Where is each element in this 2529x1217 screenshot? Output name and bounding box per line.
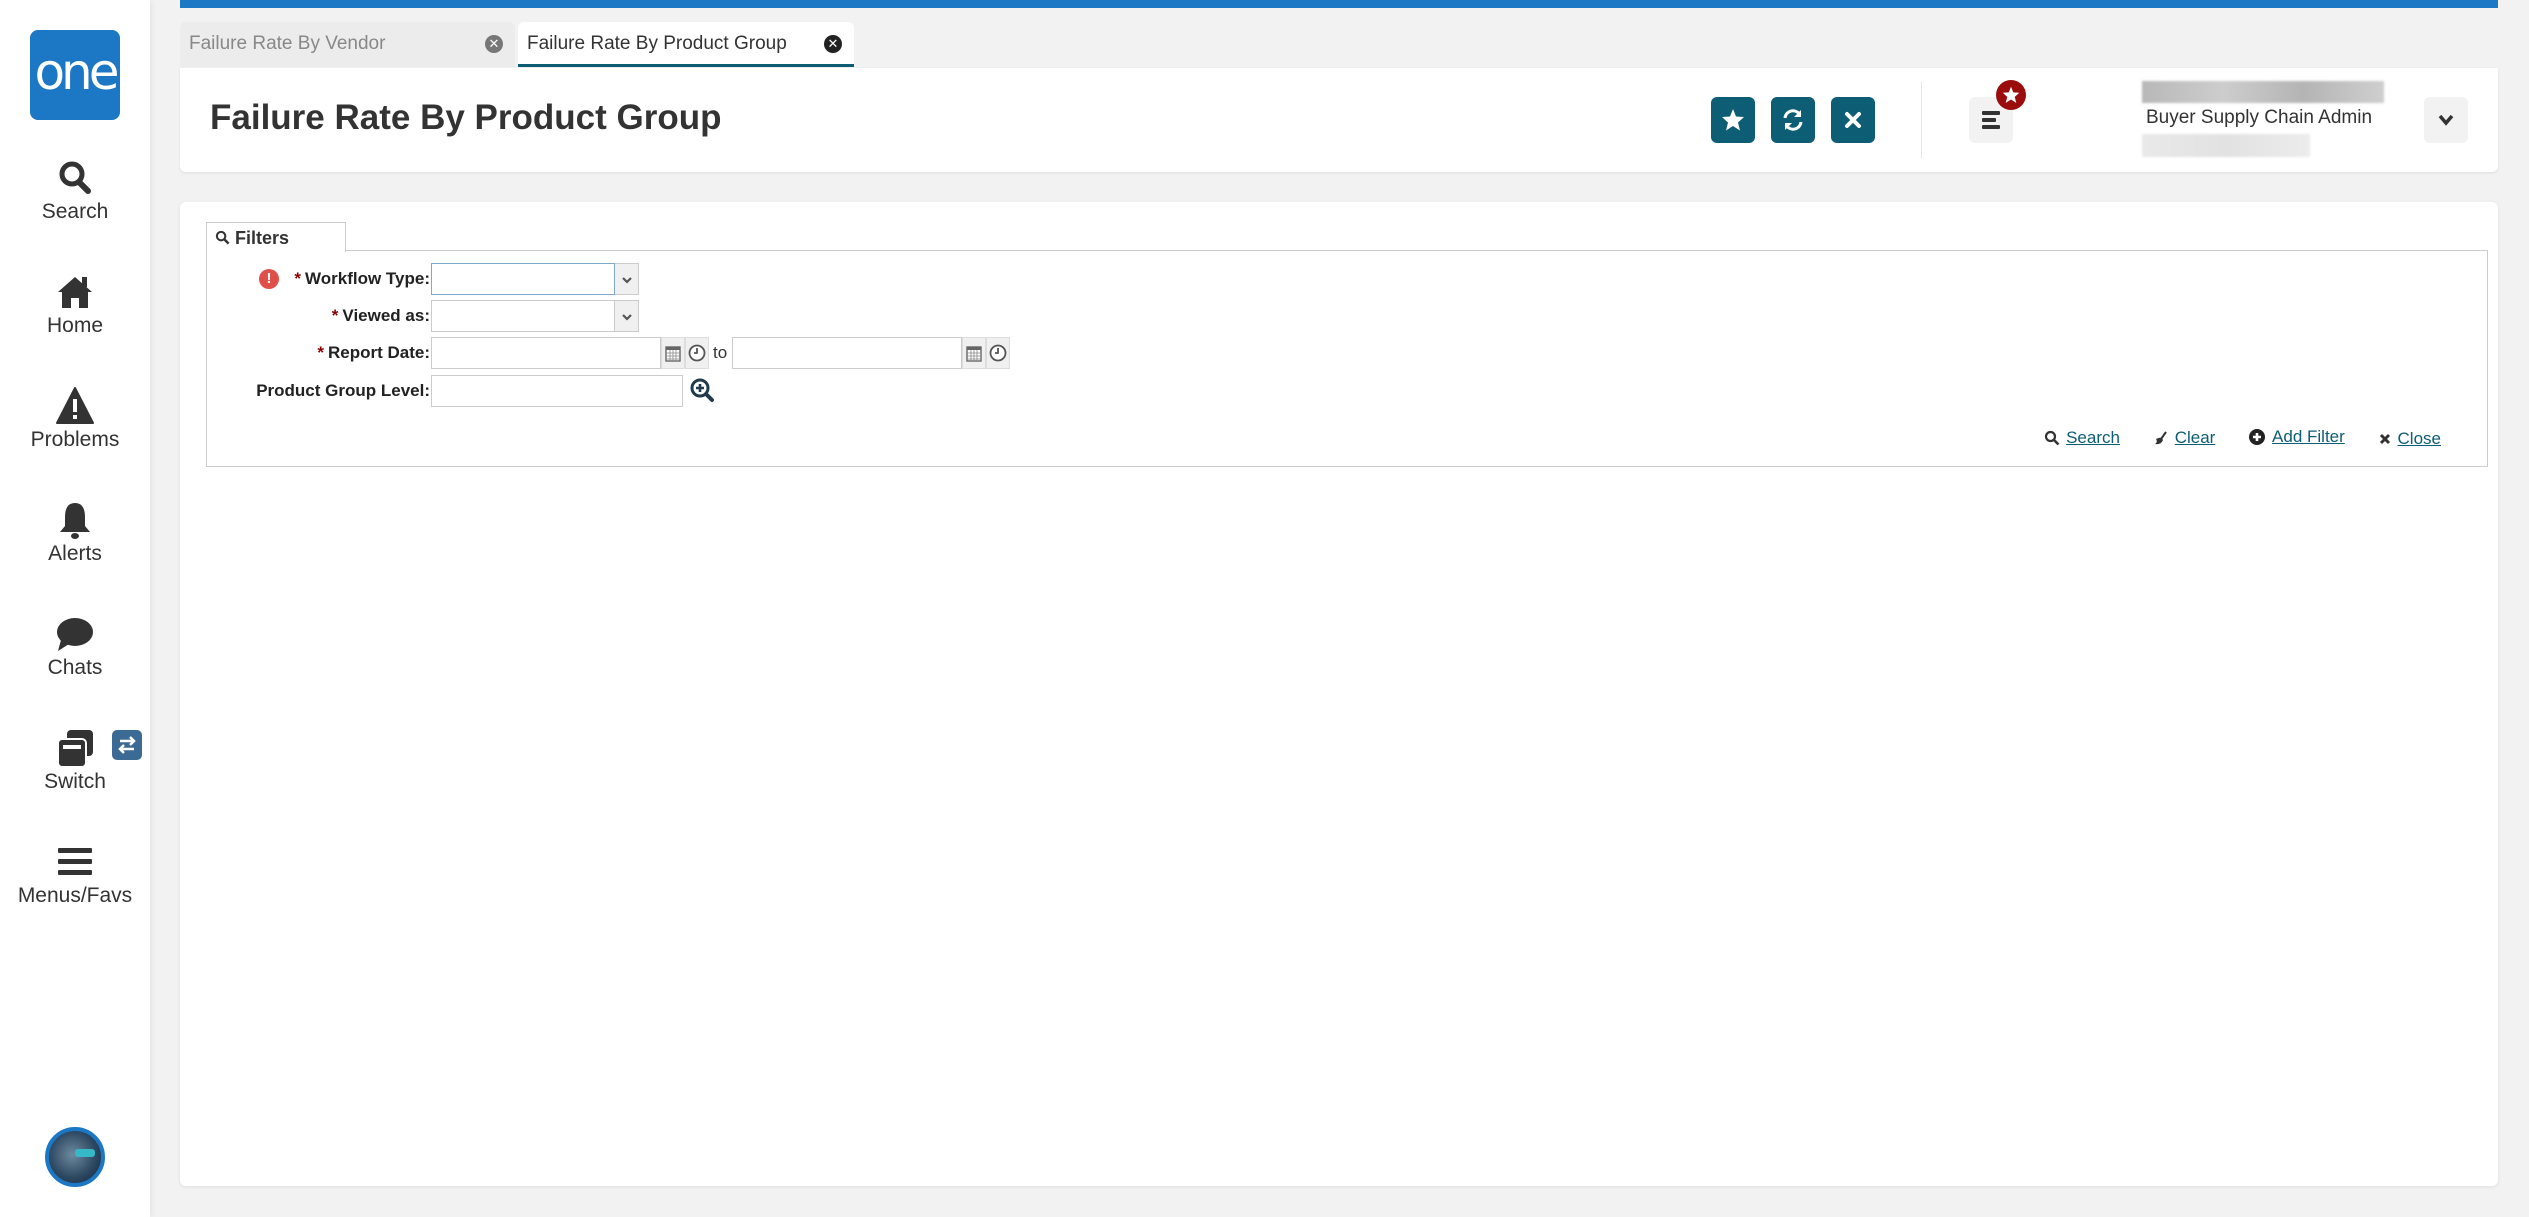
favorite-star-icon bbox=[1722, 109, 1744, 131]
chevron-down-icon bbox=[2438, 114, 2454, 126]
sidebar-item-menus-favs[interactable]: Menus/Favs bbox=[0, 842, 150, 908]
close-icon bbox=[1845, 112, 1861, 128]
sidebar-item-chats[interactable]: Chats bbox=[0, 614, 150, 680]
warning-icon bbox=[56, 387, 94, 424]
report-date-to-time-button[interactable] bbox=[986, 337, 1010, 369]
chevron-down-icon bbox=[621, 314, 632, 321]
switch-badge[interactable] bbox=[112, 730, 142, 760]
user-avatar[interactable] bbox=[45, 1127, 105, 1187]
product-group-level-label: Product Group Level: bbox=[256, 381, 430, 400]
report-date-from-calendar-button[interactable] bbox=[661, 337, 685, 369]
sidebar-item-home[interactable]: Home bbox=[0, 272, 150, 338]
search-link[interactable]: Search bbox=[2044, 428, 2120, 448]
sidebar-item-label: Problems bbox=[30, 428, 120, 451]
search-icon bbox=[215, 230, 230, 245]
add-filter-link[interactable]: Add Filter bbox=[2248, 427, 2345, 447]
filter-row-report-date: * Report Date: to bbox=[207, 337, 2487, 369]
search-icon bbox=[59, 161, 91, 194]
filters-tab[interactable]: Filters bbox=[206, 222, 346, 252]
swap-arrows-icon bbox=[118, 736, 136, 754]
hamburger-icon bbox=[58, 848, 92, 875]
tab-failure-rate-by-product-group[interactable]: Failure Rate By Product Group ✕ bbox=[518, 22, 854, 67]
tab-label: Failure Rate By Vendor bbox=[189, 33, 386, 54]
sidebar-item-search[interactable]: Search bbox=[0, 158, 150, 224]
chat-icon bbox=[57, 618, 93, 651]
viewed-as-label: * Viewed as: bbox=[331, 306, 430, 325]
calendar-icon bbox=[665, 346, 681, 362]
report-date-from-input[interactable] bbox=[431, 337, 661, 369]
zoom-in-lookup-icon bbox=[690, 378, 714, 402]
viewed-as-select[interactable] bbox=[431, 300, 615, 332]
product-group-level-input[interactable] bbox=[431, 375, 683, 407]
workflow-type-label: * Workflow Type: bbox=[294, 269, 430, 288]
search-icon bbox=[2044, 430, 2060, 446]
workflow-type-dropdown-button[interactable] bbox=[615, 263, 639, 295]
broom-icon bbox=[2154, 431, 2167, 445]
calendar-icon bbox=[966, 346, 982, 362]
left-sidebar: one Search Home Problems Alerts Chats Sw… bbox=[0, 0, 150, 1217]
close-tab-icon[interactable]: ✕ bbox=[485, 35, 503, 53]
clear-link[interactable]: Clear bbox=[2153, 428, 2215, 448]
home-icon bbox=[58, 277, 92, 308]
sidebar-item-label: Search bbox=[41, 200, 109, 223]
chevron-down-icon bbox=[621, 277, 632, 284]
close-tab-icon[interactable]: ✕ bbox=[824, 35, 842, 53]
report-date-label: * Report Date: bbox=[317, 343, 430, 362]
refresh-icon bbox=[1783, 109, 1803, 131]
report-date-to-input[interactable] bbox=[732, 337, 962, 369]
filter-row-workflow-type: ! * Workflow Type: bbox=[207, 263, 2487, 295]
user-org-redacted bbox=[2142, 134, 2310, 157]
close-page-button[interactable] bbox=[1831, 97, 1875, 143]
filter-row-product-group-level: Product Group Level: bbox=[207, 375, 2487, 407]
filter-actions: Search Clear Add Filter Close bbox=[2016, 427, 2441, 451]
date-range-separator: to bbox=[713, 343, 728, 362]
filters-panel: ! * Workflow Type: * Viewed as: * Report Da… bbox=[206, 250, 2488, 467]
favorite-button[interactable] bbox=[1711, 97, 1755, 143]
sidebar-item-label: Alerts bbox=[48, 542, 102, 565]
filter-row-viewed-as: * Viewed as: bbox=[207, 300, 2487, 332]
bell-icon bbox=[60, 503, 90, 539]
sidebar-item-label: Menus/Favs bbox=[17, 884, 133, 907]
page-header: Failure Rate By Product Group Buyer Supp… bbox=[180, 68, 2498, 172]
sidebar-item-label: Chats bbox=[47, 656, 103, 679]
user-role: Buyer Supply Chain Admin bbox=[2146, 107, 2373, 128]
filters-tab-label: Filters bbox=[235, 228, 290, 248]
main-content: Filters ! * Workflow Type: * Viewed as: * R… bbox=[180, 202, 2498, 1186]
page-title: Failure Rate By Product Group bbox=[210, 98, 722, 137]
refresh-button[interactable] bbox=[1771, 97, 1815, 143]
switch-icon bbox=[57, 730, 93, 768]
plus-circle-icon bbox=[2249, 429, 2266, 445]
clock-icon bbox=[989, 344, 1007, 362]
sidebar-item-label: Switch bbox=[44, 770, 106, 793]
clock-icon bbox=[688, 344, 706, 362]
viewed-as-dropdown-button[interactable] bbox=[615, 300, 639, 332]
error-icon: ! bbox=[259, 269, 279, 289]
header-divider bbox=[1921, 82, 1922, 158]
close-filters-link[interactable]: Close bbox=[2378, 429, 2441, 449]
sidebar-item-label: Home bbox=[46, 314, 104, 337]
product-group-lookup-button[interactable] bbox=[689, 377, 715, 408]
top-accent-bar bbox=[180, 0, 2498, 8]
user-name-redacted bbox=[2142, 81, 2384, 103]
sidebar-item-alerts[interactable]: Alerts bbox=[0, 500, 150, 566]
star-badge-icon bbox=[2002, 86, 2020, 103]
workflow-type-select[interactable] bbox=[431, 263, 615, 295]
close-x-icon bbox=[2379, 433, 2390, 445]
sidebar-item-problems[interactable]: Problems bbox=[0, 386, 150, 452]
tab-failure-rate-by-vendor[interactable]: Failure Rate By Vendor ✕ bbox=[180, 22, 515, 67]
app-logo[interactable]: one bbox=[30, 30, 120, 120]
tab-label: Failure Rate By Product Group bbox=[527, 33, 787, 54]
favorite-badge bbox=[1996, 80, 2026, 110]
user-menu-dropdown[interactable] bbox=[2424, 97, 2468, 143]
report-date-from-time-button[interactable] bbox=[685, 337, 709, 369]
report-date-to-calendar-button[interactable] bbox=[962, 337, 986, 369]
